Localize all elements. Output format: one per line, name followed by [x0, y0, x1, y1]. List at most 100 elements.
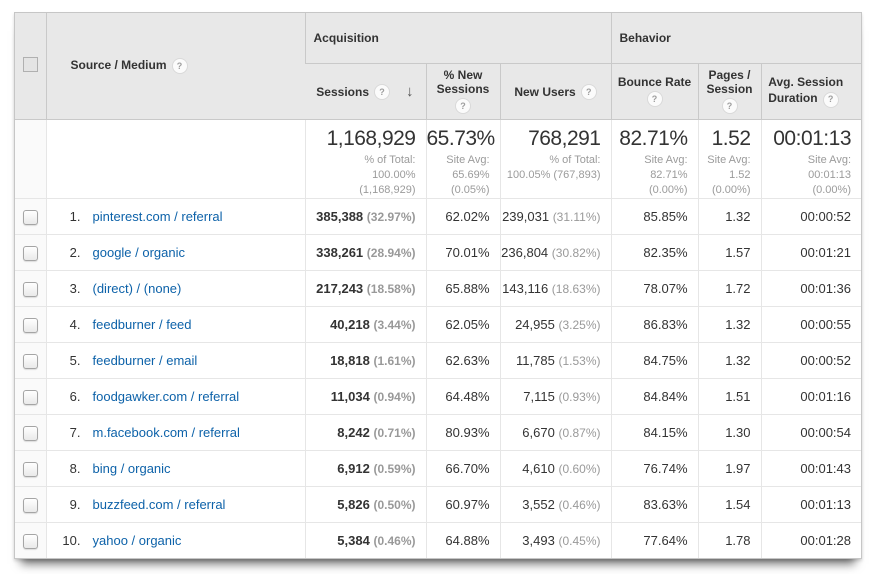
checkbox-cell — [15, 307, 46, 343]
new-users-cell: 3,493 (0.45%) — [500, 523, 611, 559]
new-users-cell: 4,610 (0.60%) — [500, 451, 611, 487]
checkbox-cell — [15, 343, 46, 379]
row-checkbox[interactable] — [23, 210, 38, 225]
help-icon[interactable]: ? — [455, 98, 471, 114]
sessions-cell: 18,818 (1.61%) — [305, 343, 426, 379]
row-index: 5. — [55, 353, 81, 368]
group-header-acquisition: Acquisition — [305, 13, 611, 64]
help-icon[interactable]: ? — [374, 84, 390, 100]
source-medium-link[interactable]: yahoo / organic — [93, 533, 182, 548]
new-sessions-cell: 80.93% — [426, 415, 500, 451]
checkbox-cell — [15, 487, 46, 523]
row-checkbox[interactable] — [23, 426, 38, 441]
source-medium-link[interactable]: pinterest.com / referral — [93, 209, 223, 224]
row-checkbox[interactable] — [23, 534, 38, 549]
column-header-bounce-rate[interactable]: Bounce Rate? — [611, 64, 698, 120]
row-checkbox[interactable] — [23, 318, 38, 333]
help-icon[interactable]: ? — [823, 92, 839, 108]
sessions-cell: 8,242 (0.71%) — [305, 415, 426, 451]
duration-cell: 00:01:36 — [761, 271, 861, 307]
column-header-new-users[interactable]: New Users? — [500, 64, 611, 120]
group-header-row: Source / Medium? Acquisition Behavior — [15, 13, 861, 64]
row-index: 6. — [55, 389, 81, 404]
row-checkbox[interactable] — [23, 498, 38, 513]
checkbox-cell — [15, 235, 46, 271]
new-users-cell: 24,955 (3.25%) — [500, 307, 611, 343]
new-sessions-cell: 64.88% — [426, 523, 500, 559]
source-medium-link[interactable]: m.facebook.com / referral — [93, 425, 240, 440]
help-icon[interactable]: ? — [722, 98, 738, 114]
source-cell: 1. pinterest.com / referral — [46, 199, 305, 235]
column-header-pages-session[interactable]: Pages / Session? — [698, 64, 761, 120]
help-icon[interactable]: ? — [172, 58, 188, 74]
duration-cell: 00:01:16 — [761, 379, 861, 415]
checkbox-cell — [15, 451, 46, 487]
new-sessions-cell: 62.63% — [426, 343, 500, 379]
duration-cell: 00:01:28 — [761, 523, 861, 559]
sort-desc-icon[interactable]: ↓ — [406, 83, 414, 100]
row-checkbox[interactable] — [23, 282, 38, 297]
source-cell: 7.m.facebook.com / referral — [46, 415, 305, 451]
column-header-sessions[interactable]: Sessions?↓ — [305, 64, 426, 120]
source-medium-link[interactable]: buzzfeed.com / referral — [93, 497, 226, 512]
row-checkbox[interactable] — [23, 246, 38, 261]
source-cell: 3.(direct) / (none) — [46, 271, 305, 307]
checkbox-cell — [15, 523, 46, 559]
source-medium-link[interactable]: foodgawker.com / referral — [93, 389, 240, 404]
source-medium-link[interactable]: (direct) / (none) — [93, 281, 182, 296]
row-index: 1. — [55, 209, 81, 224]
select-all-checkbox[interactable] — [23, 57, 38, 72]
row-index: 4. — [55, 317, 81, 332]
new-users-cell: 7,115 (0.93%) — [500, 379, 611, 415]
select-all-cell — [15, 13, 46, 120]
sessions-cell: 5,384 (0.46%) — [305, 523, 426, 559]
duration-cell: 00:00:52 — [761, 199, 861, 235]
totals-empty-cell — [15, 120, 46, 199]
source-medium-link[interactable]: google / organic — [93, 245, 186, 260]
source-cell: 6. foodgawker.com / referral — [46, 379, 305, 415]
source-medium-link[interactable]: feedburner / feed — [93, 317, 192, 332]
sessions-cell: 11,034 (0.94%) — [305, 379, 426, 415]
bounce-cell: 84.15% — [611, 415, 698, 451]
bounce-cell: 86.83% — [611, 307, 698, 343]
pages-cell: 1.72 — [698, 271, 761, 307]
help-icon[interactable]: ? — [581, 84, 597, 100]
source-medium-label: Source / Medium — [71, 58, 167, 72]
duration-cell: 00:00:55 — [761, 307, 861, 343]
sessions-cell: 385,388 (32.97%) — [305, 199, 426, 235]
duration-cell: 00:01:43 — [761, 451, 861, 487]
source-cell: 5. feedburner / email — [46, 343, 305, 379]
column-header-avg-duration[interactable]: Avg. Session Duration? — [761, 64, 861, 120]
new-users-cell: 143,116 (18.63%) — [500, 271, 611, 307]
table-row: 3.(direct) / (none) 217,243 (18.58%) 65.… — [15, 271, 861, 307]
new-sessions-cell: 60.97% — [426, 487, 500, 523]
checkbox-cell — [15, 379, 46, 415]
pages-cell: 1.97 — [698, 451, 761, 487]
checkbox-cell — [15, 199, 46, 235]
bounce-cell: 85.85% — [611, 199, 698, 235]
column-header-new-sessions[interactable]: % New Sessions? — [426, 64, 500, 120]
checkbox-cell — [15, 271, 46, 307]
source-medium-link[interactable]: feedburner / email — [93, 353, 198, 368]
column-header-source-medium[interactable]: Source / Medium? — [46, 13, 305, 120]
analytics-table-card: Source / Medium? Acquisition Behavior Se… — [14, 12, 862, 559]
new-sessions-cell: 65.88% — [426, 271, 500, 307]
totals-empty-cell — [46, 120, 305, 199]
sessions-cell: 338,261 (28.94%) — [305, 235, 426, 271]
sessions-cell: 40,218 (3.44%) — [305, 307, 426, 343]
pages-cell: 1.78 — [698, 523, 761, 559]
source-medium-link[interactable]: bing / organic — [93, 461, 171, 476]
table-row: 9.buzzfeed.com / referral 5,826 (0.50%) … — [15, 487, 861, 523]
pages-cell: 1.32 — [698, 307, 761, 343]
bounce-cell: 84.75% — [611, 343, 698, 379]
help-icon[interactable]: ? — [647, 91, 663, 107]
new-users-cell: 239,031 (31.11%) — [500, 199, 611, 235]
bounce-cell: 76.74% — [611, 451, 698, 487]
row-checkbox[interactable] — [23, 354, 38, 369]
row-checkbox[interactable] — [23, 390, 38, 405]
new-users-cell: 11,785 (1.53%) — [500, 343, 611, 379]
row-checkbox[interactable] — [23, 462, 38, 477]
bounce-cell: 77.64% — [611, 523, 698, 559]
new-sessions-cell: 66.70% — [426, 451, 500, 487]
pages-cell: 1.54 — [698, 487, 761, 523]
